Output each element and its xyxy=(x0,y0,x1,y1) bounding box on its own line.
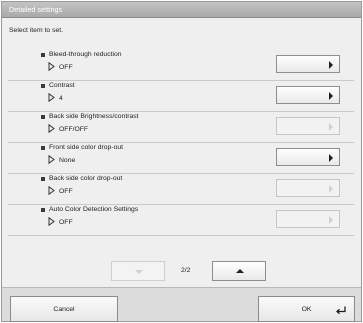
bullet-icon xyxy=(41,146,45,150)
setting-row-bleed-through: Bleed-through reduction OFF xyxy=(8,50,354,81)
setting-row-front-color-dropout: Front side color drop-out None xyxy=(8,143,354,174)
setting-button-front-color-dropout[interactable] xyxy=(276,148,340,166)
enter-return-icon xyxy=(336,306,346,314)
setting-row-back-brightness-contrast: Back side Brightness/contrast OFF/OFF xyxy=(8,112,354,143)
setting-button-back-color-dropout[interactable] xyxy=(276,179,340,197)
value-indicator-icon xyxy=(48,62,55,71)
footer-bar: Cancel OK xyxy=(2,287,361,322)
cancel-button[interactable]: Cancel xyxy=(10,296,118,322)
value-indicator-icon xyxy=(48,186,55,195)
bullet-icon xyxy=(41,177,45,181)
instruction-text: Select item to set. xyxy=(9,27,64,34)
setting-value: None xyxy=(59,157,76,164)
triangle-right-icon xyxy=(329,61,333,69)
bullet-icon xyxy=(41,84,45,88)
ok-button[interactable]: OK xyxy=(258,296,355,322)
setting-label: Bleed-through reduction xyxy=(49,51,122,58)
setting-value: 4 xyxy=(59,95,63,102)
page-indicator: 2/2 xyxy=(181,267,191,274)
setting-label: Front side color drop-out xyxy=(49,144,124,151)
bullet-icon xyxy=(41,208,45,212)
value-indicator-icon xyxy=(48,93,55,102)
setting-row-back-color-dropout: Back side color drop-out OFF xyxy=(8,174,354,205)
setting-label: Back side Brightness/contrast xyxy=(49,113,139,120)
value-indicator-icon xyxy=(48,155,55,164)
page-down-button[interactable] xyxy=(111,261,165,281)
setting-button-auto-color-detection[interactable] xyxy=(276,210,340,228)
setting-label: Back side color drop-out xyxy=(49,175,123,182)
bullet-icon xyxy=(41,53,45,57)
setting-button-bleed-through[interactable] xyxy=(276,55,340,73)
window-title: Detailed settings xyxy=(2,2,361,18)
setting-button-contrast[interactable] xyxy=(276,86,340,104)
value-indicator-icon xyxy=(48,124,55,133)
triangle-right-icon xyxy=(329,216,333,224)
triangle-right-icon xyxy=(329,154,333,162)
setting-label: Contrast xyxy=(49,82,75,89)
setting-value: OFF/OFF xyxy=(59,126,89,133)
triangle-right-icon xyxy=(329,92,333,100)
setting-row-auto-color-detection: Auto Color Detection Settings OFF xyxy=(8,205,354,236)
bullet-icon xyxy=(41,115,45,119)
setting-value: OFF xyxy=(59,188,73,195)
value-indicator-icon xyxy=(48,217,55,226)
ok-label: OK xyxy=(301,306,312,313)
page-up-button[interactable] xyxy=(212,261,266,281)
setting-label: Auto Color Detection Settings xyxy=(49,206,139,213)
setting-value: OFF xyxy=(59,219,73,226)
triangle-right-icon xyxy=(329,185,333,193)
setting-value: OFF xyxy=(59,64,73,71)
setting-row-contrast: Contrast 4 xyxy=(8,81,354,112)
pager: 2/2 xyxy=(2,261,361,283)
triangle-down-icon xyxy=(135,270,143,274)
triangle-up-icon xyxy=(236,269,244,273)
detailed-settings-dialog: Detailed settings Select item to set. Bl… xyxy=(1,1,362,322)
setting-button-back-brightness-contrast[interactable] xyxy=(276,117,340,135)
settings-list: Bleed-through reduction OFF Contrast 4 B… xyxy=(8,50,354,236)
triangle-right-icon xyxy=(329,123,333,131)
